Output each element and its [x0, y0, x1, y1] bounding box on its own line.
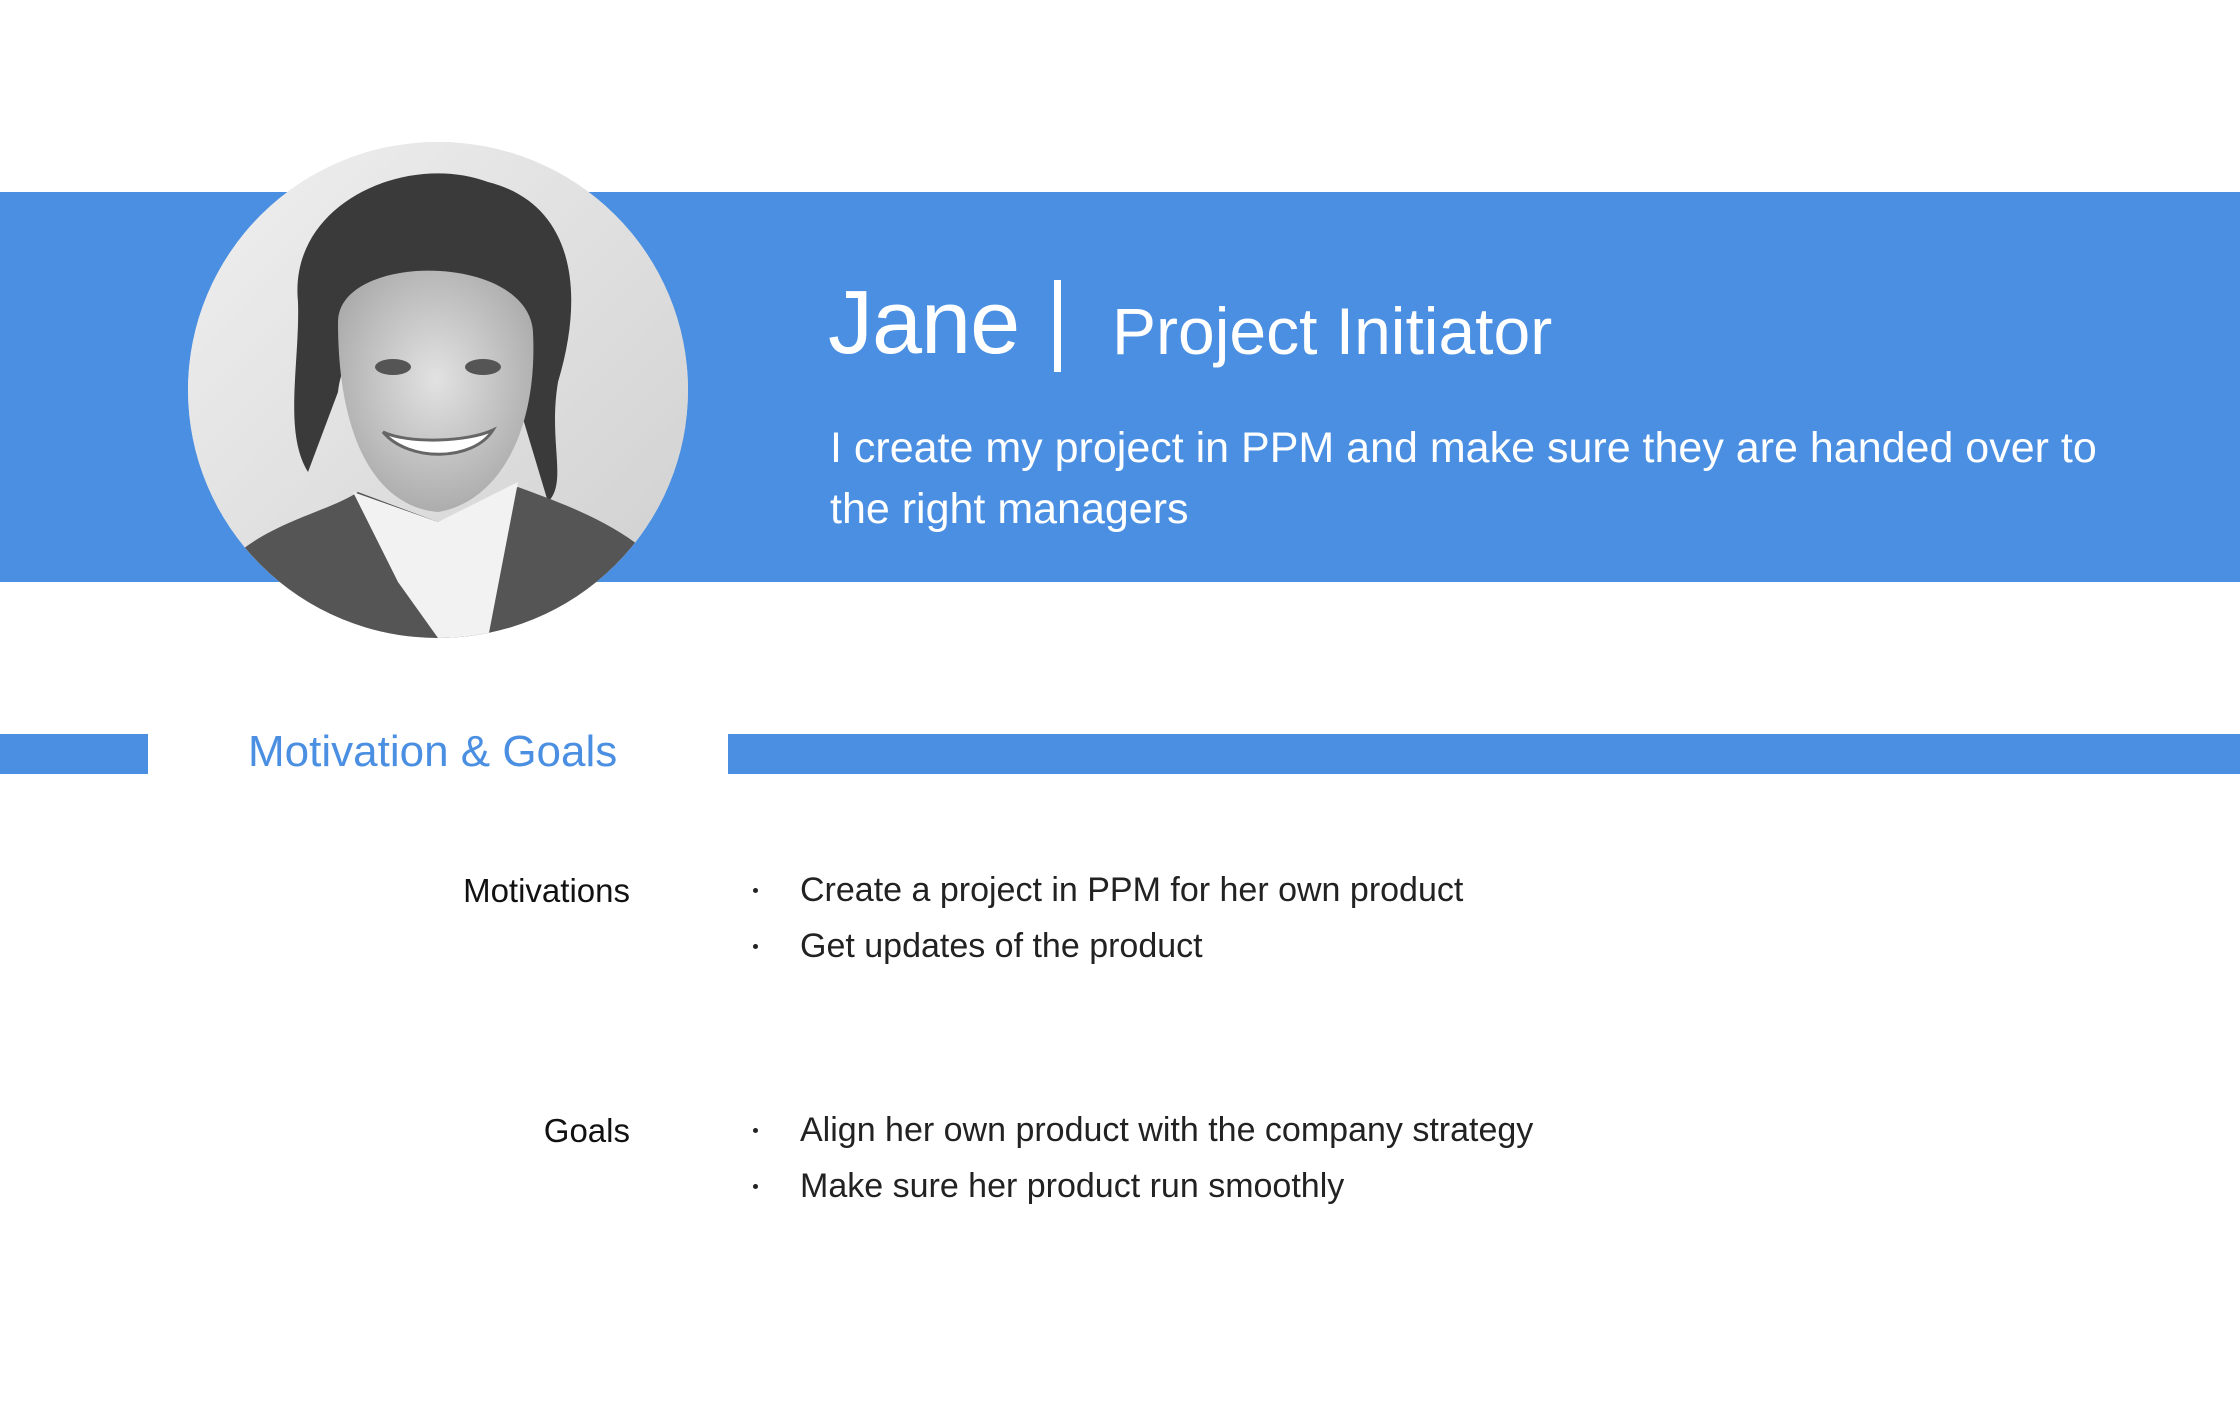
persona-name: Jane	[828, 273, 1020, 373]
list-item: Get updates of the product	[750, 918, 1463, 974]
bullet-icon	[753, 888, 758, 893]
persona-quote: I create my project in PPM and make sure…	[830, 424, 2097, 533]
list-item-text: Create a project in PPM for her own prod…	[800, 871, 1464, 909]
goals-label: Goals	[543, 1112, 630, 1149]
list-item: Align her own product with the company s…	[750, 1102, 1533, 1158]
motivations-list: Create a project in PPM for her own prod…	[750, 862, 1463, 974]
list-item-text: Get updates of the product	[800, 927, 1203, 965]
section-divider-left	[0, 734, 148, 774]
list-item: Create a project in PPM for her own prod…	[750, 862, 1463, 918]
section-title: Motivation & Goals	[248, 727, 618, 776]
title-divider	[1054, 280, 1061, 372]
bullet-icon	[753, 1128, 758, 1133]
goals-list: Align her own product with the company s…	[750, 1102, 1533, 1214]
persona-role: Project Initiator	[1112, 294, 1553, 368]
bullet-icon	[753, 1184, 758, 1189]
bullet-icon	[753, 944, 758, 949]
list-item: Make sure her product run smoothly	[750, 1158, 1533, 1214]
persona-avatar	[188, 142, 688, 638]
motivations-label: Motivations	[463, 872, 630, 909]
list-item-text: Align her own product with the company s…	[800, 1111, 1534, 1149]
persona-photo-icon	[188, 142, 688, 638]
list-item-text: Make sure her product run smoothly	[800, 1167, 1345, 1205]
section-divider-right	[728, 734, 2240, 774]
